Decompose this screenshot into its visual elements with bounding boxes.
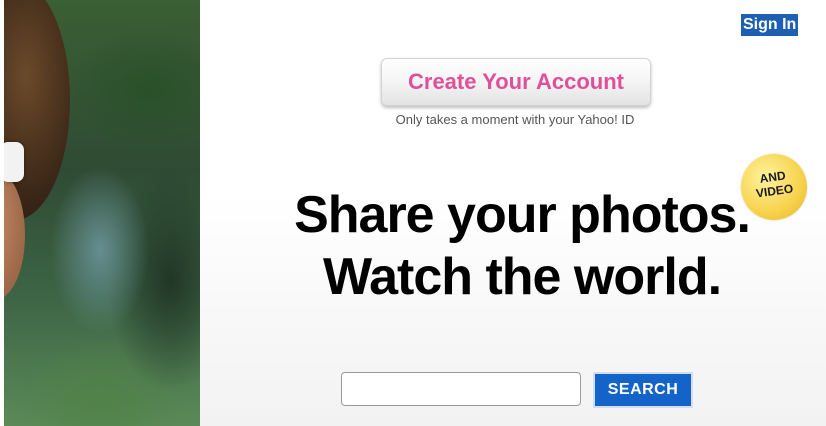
create-account-button[interactable]: Create Your Account — [381, 58, 651, 106]
sign-in-link[interactable]: Sign In — [741, 14, 799, 36]
headline-line-2: Watch the world. — [322, 248, 722, 306]
hero-photo — [0, 0, 200, 426]
search-button[interactable]: SEARCH — [593, 372, 693, 408]
signup-subtext: Only takes a moment with your Yahoo! ID — [395, 112, 635, 127]
hero-headline: Share your photos. Watch the world. — [262, 184, 782, 308]
search-input[interactable] — [341, 372, 581, 406]
headline-line-1: Share your photos. — [294, 186, 751, 244]
photo-border — [0, 0, 4, 426]
